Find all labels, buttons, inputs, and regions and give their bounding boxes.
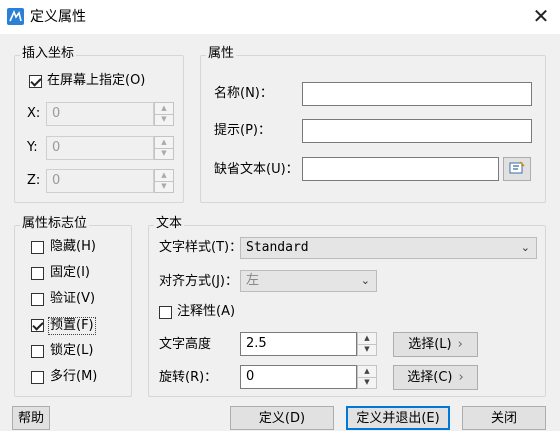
rotation-spinner[interactable]: ▲ ▼ [357, 365, 377, 389]
insertion-point-legend: 插入坐标 [20, 46, 77, 62]
height-spin-down-icon[interactable]: ▼ [358, 344, 376, 355]
default-text-label: 缺省文本(U)： [214, 162, 299, 177]
y-input[interactable]: 0 [46, 136, 154, 160]
lock-position-checkbox[interactable] [31, 345, 44, 358]
z-label: Z: [27, 173, 41, 188]
pick-rotation-button[interactable]: 选择(C) › [393, 365, 478, 390]
justify-value: 左 [246, 273, 260, 288]
prompt-input[interactable] [302, 119, 532, 143]
justify-select[interactable]: 左 ⌄ [240, 270, 377, 292]
pick-height-button[interactable]: 选择(L) › [393, 332, 478, 357]
rotation-input[interactable]: 0 [240, 365, 357, 389]
close-window-button[interactable]: ✕ [528, 3, 554, 29]
specify-on-screen-checkbox[interactable] [29, 75, 42, 88]
justify-label: 对齐方式(J)： [159, 274, 238, 289]
window-title: 定义属性 [30, 9, 86, 25]
hidden-label: 隐藏(H) [50, 239, 96, 254]
multiline-label: 多行(M) [50, 369, 98, 384]
multiline-checkbox[interactable] [31, 371, 44, 384]
pick-rotation-label: 选择(C) [407, 370, 453, 385]
default-text-input[interactable] [302, 157, 499, 181]
attribute-legend: 属性 [206, 46, 237, 62]
verify-label: 验证(V) [50, 291, 96, 306]
chevron-down-icon: ⌄ [520, 241, 530, 254]
x-spin-down-icon[interactable]: ▼ [155, 114, 173, 125]
prompt-label: 提示(P)： [214, 123, 271, 138]
rotation-label: 旋转(R)： [159, 370, 218, 385]
annotative-label: 注释性(A) [177, 304, 236, 319]
name-input[interactable] [302, 82, 532, 106]
close-button[interactable]: 关闭 [462, 406, 546, 430]
attribute-flags-legend: 属性标志位 [20, 216, 90, 232]
constant-checkbox[interactable] [31, 267, 44, 280]
insert-field-button[interactable] [503, 157, 531, 181]
define-and-exit-button[interactable]: 定义并退出(E) [346, 406, 450, 430]
text-height-spinner[interactable]: ▲ ▼ [357, 332, 377, 356]
name-label: 名称(N)： [214, 86, 273, 101]
preset-label: 预置(F) [48, 317, 96, 335]
x-input[interactable]: 0 [46, 102, 154, 126]
chevron-right-icon: › [457, 337, 463, 352]
rotation-spin-down-icon[interactable]: ▼ [358, 377, 376, 388]
lock-position-label: 锁定(L) [50, 343, 94, 358]
y-spin-down-icon[interactable]: ▼ [155, 148, 173, 159]
chevron-down-icon: ⌄ [360, 274, 370, 287]
text-style-value: Standard [246, 240, 309, 255]
constant-label: 固定(I) [50, 265, 90, 280]
y-spinner[interactable]: ▲ ▼ [154, 136, 174, 160]
y-label: Y: [27, 140, 38, 155]
preset-checkbox[interactable] [31, 319, 44, 332]
x-label: X: [27, 106, 41, 121]
app-icon [7, 8, 24, 25]
annotative-checkbox[interactable] [159, 306, 172, 319]
text-style-label: 文字样式(T)： [159, 240, 243, 255]
z-input[interactable]: 0 [46, 169, 154, 193]
specify-on-screen-label: 在屏幕上指定(O) [47, 73, 146, 88]
help-button[interactable]: 帮助 [12, 406, 50, 430]
insert-field-icon [509, 161, 525, 174]
pick-height-label: 选择(L) [408, 337, 452, 352]
x-spinner[interactable]: ▲ ▼ [154, 102, 174, 126]
hidden-checkbox[interactable] [31, 241, 44, 254]
text-settings-legend: 文本 [154, 216, 185, 232]
text-style-select[interactable]: Standard ⌄ [240, 237, 537, 259]
text-height-label: 文字高度 [159, 337, 212, 352]
text-height-input[interactable]: 2.5 [240, 332, 357, 356]
z-spin-down-icon[interactable]: ▼ [155, 181, 173, 192]
verify-checkbox[interactable] [31, 293, 44, 306]
z-spinner[interactable]: ▲ ▼ [154, 169, 174, 193]
chevron-right-icon: › [458, 370, 464, 385]
define-button[interactable]: 定义(D) [230, 406, 334, 430]
